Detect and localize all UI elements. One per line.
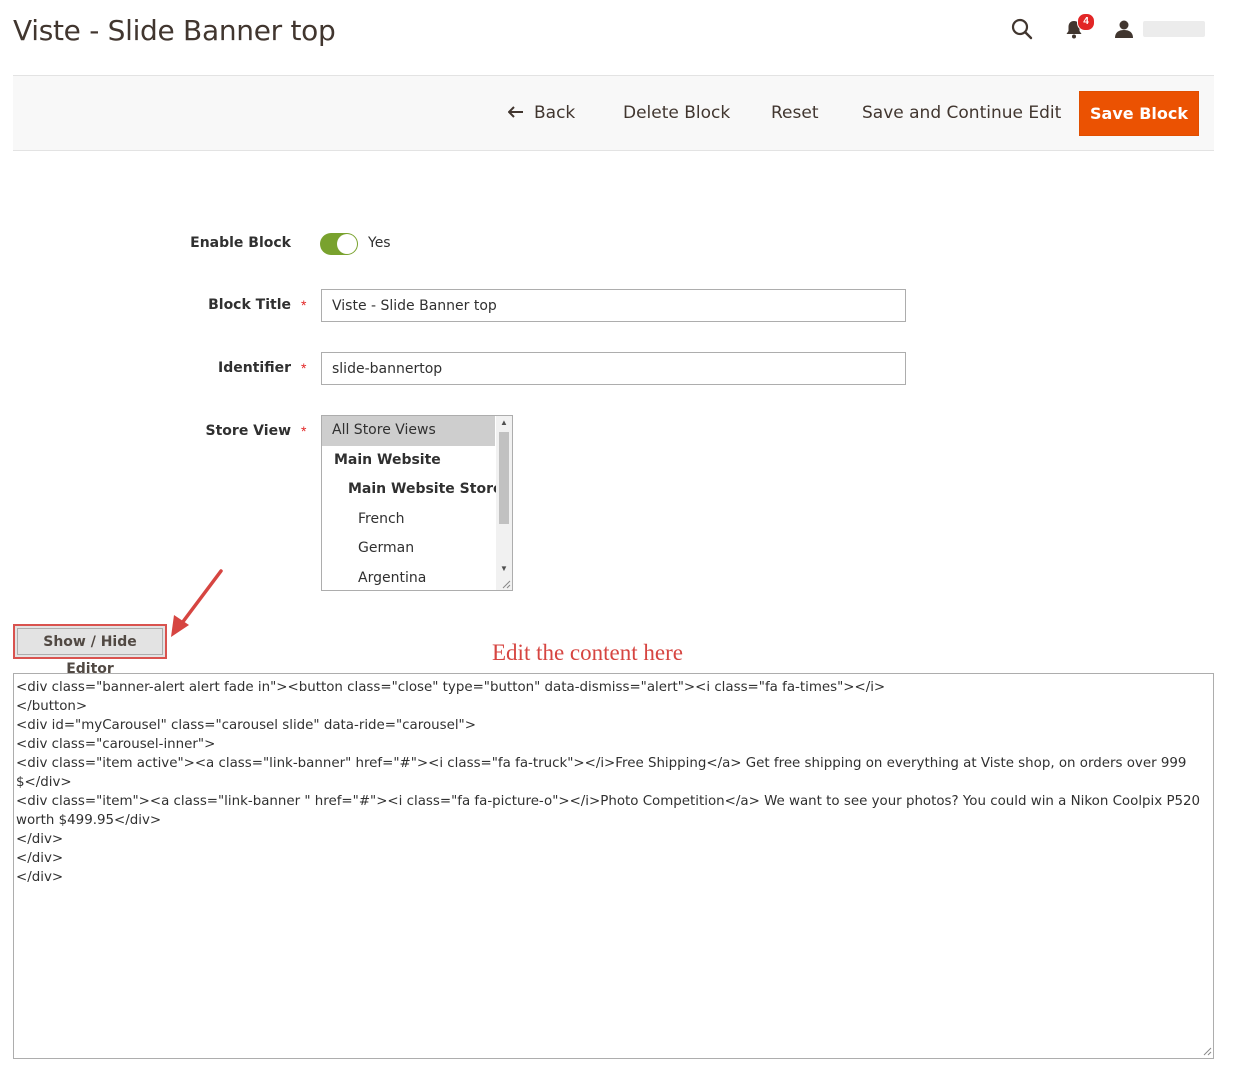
store-view-multiselect[interactable]: All Store Views Main Website Main Websit… xyxy=(321,415,513,591)
store-option-main-website-store[interactable]: Main Website Store xyxy=(322,475,512,505)
search-icon[interactable] xyxy=(1007,14,1037,44)
page-actions-bar: Back Delete Block Reset Save and Continu… xyxy=(13,75,1214,151)
page-title: Viste - Slide Banner top xyxy=(13,14,336,47)
show-hide-editor-label: Show / Hide Editor xyxy=(17,628,163,677)
content-textarea[interactable]: <div class="banner-alert alert fade in">… xyxy=(13,673,1214,1059)
enable-block-value: Yes xyxy=(368,235,391,251)
toggle-knob xyxy=(337,234,357,254)
enable-block-label: Enable Block xyxy=(190,235,291,251)
store-option-german[interactable]: German xyxy=(322,534,512,564)
required-asterisk: * xyxy=(301,297,307,313)
annotation-arrow-icon xyxy=(171,569,223,637)
scroll-up-arrow-icon[interactable]: ▲ xyxy=(496,416,512,430)
scroll-thumb[interactable] xyxy=(499,432,509,524)
resize-grip-icon[interactable] xyxy=(501,579,511,589)
notifications-bell-icon[interactable]: 4 xyxy=(1059,13,1095,44)
identifier-label: Identifier xyxy=(218,360,291,376)
user-name-redacted[interactable] xyxy=(1143,21,1205,37)
required-asterisk: * xyxy=(301,423,307,439)
delete-block-button[interactable]: Delete Block xyxy=(623,76,730,150)
required-asterisk: * xyxy=(301,360,307,376)
back-button-label: Back xyxy=(534,103,576,123)
reset-button[interactable]: Reset xyxy=(771,76,819,150)
arrow-left-icon xyxy=(507,76,524,150)
scroll-down-arrow-icon[interactable]: ▼ xyxy=(496,562,512,576)
back-button[interactable]: Back xyxy=(507,76,576,150)
save-block-button[interactable]: Save Block xyxy=(1079,91,1199,136)
store-list-scrollbar[interactable]: ▲ ▼ xyxy=(496,416,512,590)
enable-block-toggle[interactable] xyxy=(320,233,358,255)
store-option-argentina[interactable]: Argentina xyxy=(322,564,512,591)
block-title-input[interactable] xyxy=(321,289,906,322)
user-account-icon[interactable] xyxy=(1109,14,1139,44)
header-actions: 4 xyxy=(1007,13,1205,44)
show-hide-editor-button[interactable]: Show / Hide Editor xyxy=(13,624,167,677)
store-option-main-website[interactable]: Main Website xyxy=(322,446,512,476)
textarea-resize-grip-icon[interactable] xyxy=(1202,1046,1212,1056)
store-option-french[interactable]: French xyxy=(322,505,512,535)
notification-count-badge: 4 xyxy=(1077,13,1095,31)
store-option-all-store-views[interactable]: All Store Views xyxy=(322,416,495,446)
block-title-label: Block Title xyxy=(208,297,291,313)
identifier-input[interactable] xyxy=(321,352,906,385)
save-and-continue-button[interactable]: Save and Continue Edit xyxy=(862,76,1061,150)
annotation-text: Edit the content here xyxy=(492,640,683,665)
store-view-label: Store View xyxy=(205,423,291,439)
